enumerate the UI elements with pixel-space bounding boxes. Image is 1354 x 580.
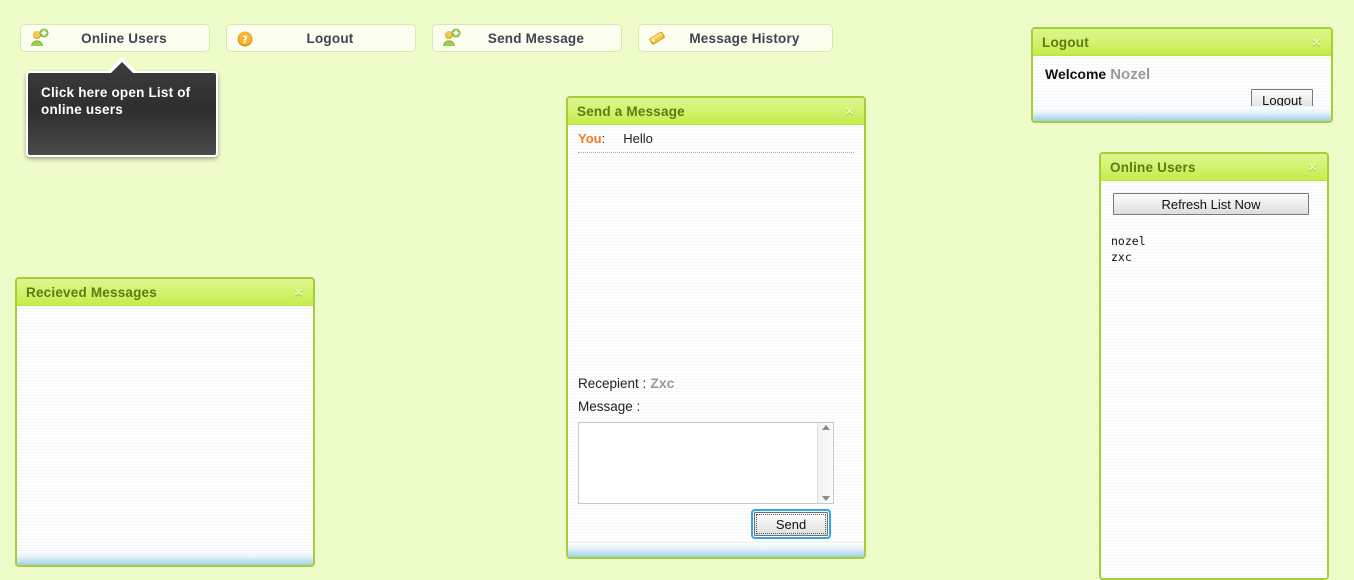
online-users-list: nozel zxc <box>1101 215 1327 265</box>
toolbar-button-send-message[interactable]: Send Message <box>432 24 622 52</box>
toolbar-button-label: Send Message <box>487 30 585 46</box>
panel-header: Send a Message × <box>568 98 864 125</box>
panel-footer <box>568 542 864 557</box>
close-icon[interactable]: × <box>292 285 305 300</box>
logout-panel: Logout × Welcome Nozel Logout <box>1031 27 1333 123</box>
toolbar-button-logout[interactable]: ? Logout <box>226 24 416 52</box>
message-input[interactable] <box>578 422 834 504</box>
textarea-scrollbar[interactable] <box>817 423 833 503</box>
chat-text: Hello <box>623 131 653 146</box>
toolbar-button-online-users[interactable]: Online Users <box>20 24 210 52</box>
send-button[interactable]: Send <box>751 509 831 539</box>
recipient-value: Zxc <box>650 375 675 391</box>
svg-text:?: ? <box>242 34 248 45</box>
recipient-line: Recepient : Zxc <box>578 375 854 391</box>
close-icon[interactable]: × <box>1310 35 1323 50</box>
send-message-panel: Send a Message × You: Hello Recepient : Zx… <box>566 96 866 559</box>
logout-body: Welcome Nozel Logout <box>1033 56 1331 106</box>
list-item[interactable]: zxc <box>1111 249 1327 265</box>
user-add-icon <box>441 28 461 48</box>
send-button-row: Send <box>578 509 854 539</box>
question-mark-icon: ? <box>235 28 255 48</box>
close-icon[interactable]: × <box>1306 160 1319 175</box>
panel-header: Recieved Messages × <box>17 279 313 306</box>
refresh-button-row: Refresh List Now <box>1101 181 1327 215</box>
scroll-up-icon[interactable] <box>821 425 830 430</box>
send-message-form: Recepient : Zxc Message : Send <box>568 375 864 542</box>
refresh-list-button[interactable]: Refresh List Now <box>1113 193 1309 215</box>
chat-log: You: Hello <box>568 125 864 153</box>
tooltip-callout: Click here open List of online users <box>26 57 218 157</box>
scroll-down-icon[interactable] <box>821 496 830 501</box>
tooltip-arrow-inner-icon <box>109 62 135 75</box>
tag-icon <box>647 28 667 48</box>
toolbar-button-label: Logout <box>306 30 354 46</box>
tooltip-text: Click here open List of online users <box>41 85 191 117</box>
logout-button-row: Logout <box>1033 83 1331 106</box>
welcome-line: Welcome Nozel <box>1033 56 1331 83</box>
chat-sender: You <box>578 131 602 146</box>
online-users-body: Refresh List Now nozel zxc <box>1101 181 1327 578</box>
message-label: Message : <box>578 399 641 414</box>
recipient-label: Recepient : <box>578 376 647 391</box>
top-toolbar: Online Users ? Logout Send Message Messa… <box>20 24 833 52</box>
list-item[interactable]: nozel <box>1111 233 1327 249</box>
toolbar-button-label: Online Users <box>81 30 167 46</box>
welcome-username: Nozel <box>1110 66 1151 83</box>
panel-title: Online Users <box>1110 159 1196 175</box>
panel-title: Send a Message <box>577 103 685 119</box>
message-input-wrapper <box>578 422 834 504</box>
close-icon[interactable]: × <box>843 104 856 119</box>
online-users-panel: Online Users × Refresh List Now nozel zx… <box>1099 152 1329 580</box>
user-add-icon <box>29 28 49 48</box>
panel-header: Logout × <box>1033 29 1331 56</box>
received-messages-list <box>17 306 313 550</box>
toolbar-button-message-history[interactable]: Message History <box>638 24 833 52</box>
welcome-label: Welcome <box>1045 66 1107 82</box>
panel-title: Recieved Messages <box>26 284 157 300</box>
panel-footer <box>1033 106 1331 121</box>
received-messages-panel: Recieved Messages × <box>15 277 315 567</box>
logout-button[interactable]: Logout <box>1251 89 1313 106</box>
send-message-body: You: Hello Recepient : Zxc Message : Send <box>568 125 864 542</box>
panel-title: Logout <box>1042 34 1089 50</box>
toolbar-button-label: Message History <box>689 30 800 46</box>
chat-message-row: You: Hello <box>578 131 854 153</box>
panel-footer <box>17 550 313 565</box>
panel-header: Online Users × <box>1101 154 1327 181</box>
